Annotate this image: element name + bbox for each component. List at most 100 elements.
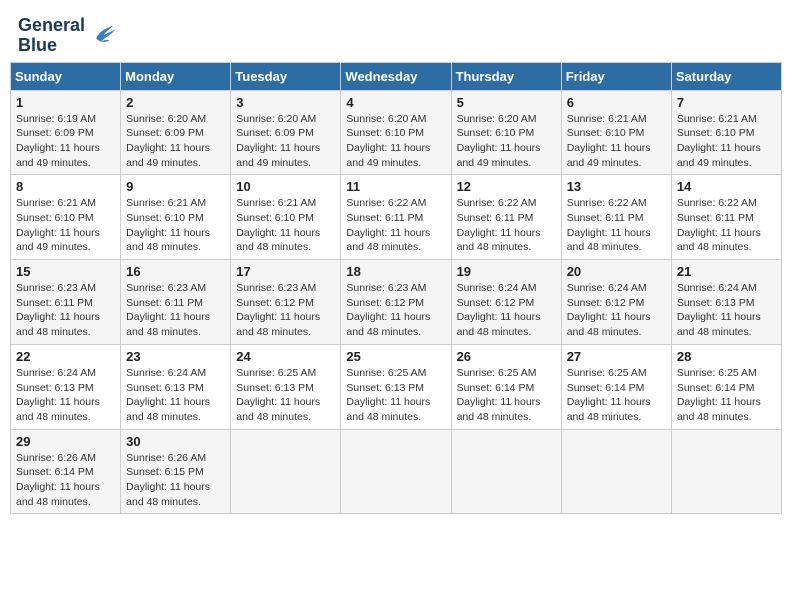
calendar-day-cell: 27 Sunrise: 6:25 AM Sunset: 6:14 PM Dayl… (561, 344, 671, 429)
day-info: Sunrise: 6:25 AM Sunset: 6:14 PM Dayligh… (457, 366, 556, 425)
day-info: Sunrise: 6:23 AM Sunset: 6:11 PM Dayligh… (126, 281, 225, 340)
day-info: Sunrise: 6:21 AM Sunset: 6:10 PM Dayligh… (567, 112, 666, 171)
day-info: Sunrise: 6:20 AM Sunset: 6:09 PM Dayligh… (236, 112, 335, 171)
day-number: 24 (236, 349, 335, 364)
day-of-week-header: Tuesday (231, 62, 341, 90)
calendar-day-cell: 1 Sunrise: 6:19 AM Sunset: 6:09 PM Dayli… (11, 90, 121, 175)
day-info: Sunrise: 6:24 AM Sunset: 6:13 PM Dayligh… (677, 281, 776, 340)
calendar-day-cell (231, 429, 341, 514)
calendar-day-cell: 15 Sunrise: 6:23 AM Sunset: 6:11 PM Dayl… (11, 260, 121, 345)
day-info: Sunrise: 6:23 AM Sunset: 6:12 PM Dayligh… (236, 281, 335, 340)
calendar-day-cell: 2 Sunrise: 6:20 AM Sunset: 6:09 PM Dayli… (121, 90, 231, 175)
calendar-day-cell (451, 429, 561, 514)
calendar-day-cell: 5 Sunrise: 6:20 AM Sunset: 6:10 PM Dayli… (451, 90, 561, 175)
day-info: Sunrise: 6:22 AM Sunset: 6:11 PM Dayligh… (457, 196, 556, 255)
day-number: 13 (567, 179, 666, 194)
calendar-day-cell: 30 Sunrise: 6:26 AM Sunset: 6:15 PM Dayl… (121, 429, 231, 514)
day-number: 30 (126, 434, 225, 449)
day-info: Sunrise: 6:21 AM Sunset: 6:10 PM Dayligh… (126, 196, 225, 255)
day-number: 19 (457, 264, 556, 279)
day-number: 12 (457, 179, 556, 194)
header: General Blue (10, 10, 782, 56)
calendar-week-row: 15 Sunrise: 6:23 AM Sunset: 6:11 PM Dayl… (11, 260, 782, 345)
calendar-day-cell: 19 Sunrise: 6:24 AM Sunset: 6:12 PM Dayl… (451, 260, 561, 345)
day-info: Sunrise: 6:19 AM Sunset: 6:09 PM Dayligh… (16, 112, 115, 171)
day-number: 16 (126, 264, 225, 279)
day-number: 14 (677, 179, 776, 194)
day-number: 5 (457, 95, 556, 110)
day-info: Sunrise: 6:20 AM Sunset: 6:10 PM Dayligh… (457, 112, 556, 171)
calendar-day-cell (561, 429, 671, 514)
day-info: Sunrise: 6:24 AM Sunset: 6:13 PM Dayligh… (16, 366, 115, 425)
day-info: Sunrise: 6:20 AM Sunset: 6:09 PM Dayligh… (126, 112, 225, 171)
day-number: 25 (346, 349, 445, 364)
day-info: Sunrise: 6:21 AM Sunset: 6:10 PM Dayligh… (677, 112, 776, 171)
calendar-day-cell: 20 Sunrise: 6:24 AM Sunset: 6:12 PM Dayl… (561, 260, 671, 345)
calendar-day-cell: 29 Sunrise: 6:26 AM Sunset: 6:14 PM Dayl… (11, 429, 121, 514)
day-number: 2 (126, 95, 225, 110)
day-info: Sunrise: 6:24 AM Sunset: 6:12 PM Dayligh… (457, 281, 556, 340)
day-number: 22 (16, 349, 115, 364)
calendar-day-cell: 28 Sunrise: 6:25 AM Sunset: 6:14 PM Dayl… (671, 344, 781, 429)
calendar-week-row: 1 Sunrise: 6:19 AM Sunset: 6:09 PM Dayli… (11, 90, 782, 175)
calendar-day-cell: 24 Sunrise: 6:25 AM Sunset: 6:13 PM Dayl… (231, 344, 341, 429)
day-number: 26 (457, 349, 556, 364)
day-number: 17 (236, 264, 335, 279)
calendar-day-cell: 9 Sunrise: 6:21 AM Sunset: 6:10 PM Dayli… (121, 175, 231, 260)
logo: General Blue (18, 16, 115, 56)
calendar-day-cell: 21 Sunrise: 6:24 AM Sunset: 6:13 PM Dayl… (671, 260, 781, 345)
calendar-day-cell: 10 Sunrise: 6:21 AM Sunset: 6:10 PM Dayl… (231, 175, 341, 260)
day-of-week-header: Monday (121, 62, 231, 90)
day-info: Sunrise: 6:21 AM Sunset: 6:10 PM Dayligh… (16, 196, 115, 255)
day-info: Sunrise: 6:25 AM Sunset: 6:14 PM Dayligh… (567, 366, 666, 425)
day-info: Sunrise: 6:22 AM Sunset: 6:11 PM Dayligh… (567, 196, 666, 255)
day-number: 21 (677, 264, 776, 279)
day-number: 7 (677, 95, 776, 110)
calendar-day-cell (341, 429, 451, 514)
calendar-header-row: SundayMondayTuesdayWednesdayThursdayFrid… (11, 62, 782, 90)
day-number: 1 (16, 95, 115, 110)
day-number: 23 (126, 349, 225, 364)
day-number: 29 (16, 434, 115, 449)
calendar-week-row: 22 Sunrise: 6:24 AM Sunset: 6:13 PM Dayl… (11, 344, 782, 429)
calendar-day-cell: 11 Sunrise: 6:22 AM Sunset: 6:11 PM Dayl… (341, 175, 451, 260)
calendar-day-cell: 17 Sunrise: 6:23 AM Sunset: 6:12 PM Dayl… (231, 260, 341, 345)
day-info: Sunrise: 6:25 AM Sunset: 6:13 PM Dayligh… (236, 366, 335, 425)
day-number: 6 (567, 95, 666, 110)
calendar-day-cell: 23 Sunrise: 6:24 AM Sunset: 6:13 PM Dayl… (121, 344, 231, 429)
day-of-week-header: Wednesday (341, 62, 451, 90)
calendar-table: SundayMondayTuesdayWednesdayThursdayFrid… (10, 62, 782, 515)
day-info: Sunrise: 6:23 AM Sunset: 6:11 PM Dayligh… (16, 281, 115, 340)
day-number: 9 (126, 179, 225, 194)
day-info: Sunrise: 6:22 AM Sunset: 6:11 PM Dayligh… (346, 196, 445, 255)
day-info: Sunrise: 6:23 AM Sunset: 6:12 PM Dayligh… (346, 281, 445, 340)
day-number: 3 (236, 95, 335, 110)
calendar-day-cell: 26 Sunrise: 6:25 AM Sunset: 6:14 PM Dayl… (451, 344, 561, 429)
day-number: 10 (236, 179, 335, 194)
logo-bird-icon (87, 22, 115, 50)
day-info: Sunrise: 6:24 AM Sunset: 6:13 PM Dayligh… (126, 366, 225, 425)
calendar-day-cell: 4 Sunrise: 6:20 AM Sunset: 6:10 PM Dayli… (341, 90, 451, 175)
calendar-day-cell: 22 Sunrise: 6:24 AM Sunset: 6:13 PM Dayl… (11, 344, 121, 429)
day-number: 8 (16, 179, 115, 194)
day-info: Sunrise: 6:26 AM Sunset: 6:15 PM Dayligh… (126, 451, 225, 510)
day-number: 28 (677, 349, 776, 364)
day-number: 11 (346, 179, 445, 194)
calendar-day-cell: 3 Sunrise: 6:20 AM Sunset: 6:09 PM Dayli… (231, 90, 341, 175)
calendar-day-cell: 8 Sunrise: 6:21 AM Sunset: 6:10 PM Dayli… (11, 175, 121, 260)
day-info: Sunrise: 6:22 AM Sunset: 6:11 PM Dayligh… (677, 196, 776, 255)
day-info: Sunrise: 6:25 AM Sunset: 6:13 PM Dayligh… (346, 366, 445, 425)
calendar-week-row: 8 Sunrise: 6:21 AM Sunset: 6:10 PM Dayli… (11, 175, 782, 260)
day-info: Sunrise: 6:21 AM Sunset: 6:10 PM Dayligh… (236, 196, 335, 255)
calendar-day-cell (671, 429, 781, 514)
calendar-day-cell: 14 Sunrise: 6:22 AM Sunset: 6:11 PM Dayl… (671, 175, 781, 260)
day-number: 20 (567, 264, 666, 279)
day-info: Sunrise: 6:20 AM Sunset: 6:10 PM Dayligh… (346, 112, 445, 171)
calendar-day-cell: 16 Sunrise: 6:23 AM Sunset: 6:11 PM Dayl… (121, 260, 231, 345)
day-of-week-header: Thursday (451, 62, 561, 90)
calendar-day-cell: 12 Sunrise: 6:22 AM Sunset: 6:11 PM Dayl… (451, 175, 561, 260)
calendar-day-cell: 18 Sunrise: 6:23 AM Sunset: 6:12 PM Dayl… (341, 260, 451, 345)
day-number: 4 (346, 95, 445, 110)
calendar-day-cell: 6 Sunrise: 6:21 AM Sunset: 6:10 PM Dayli… (561, 90, 671, 175)
day-number: 18 (346, 264, 445, 279)
